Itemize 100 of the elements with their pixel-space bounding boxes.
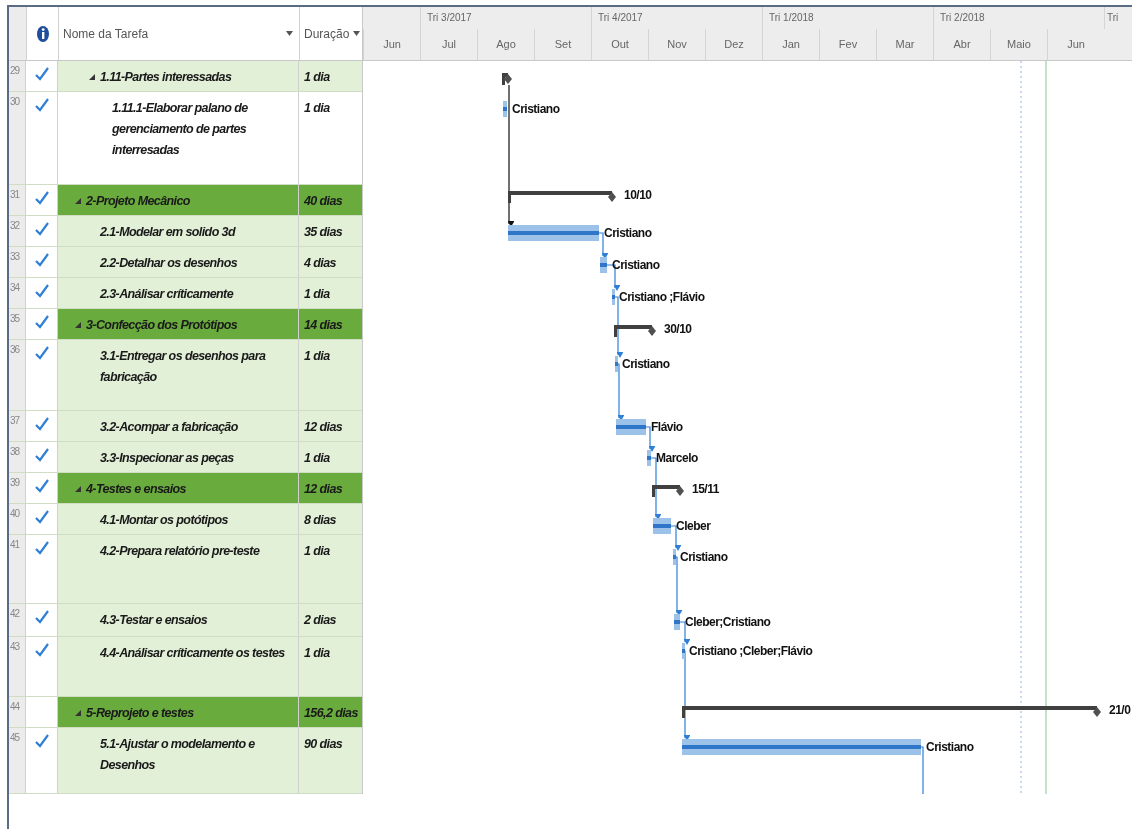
row-number: 41 (9, 535, 26, 603)
task-name: 2.2-Detalhar os desenhos (100, 255, 238, 272)
task-name: 1.11-Partes interessadas (100, 69, 232, 86)
checkmark-icon (34, 510, 49, 524)
duration-cell: 12 dias (299, 473, 362, 503)
checkmark-icon (34, 541, 49, 555)
bar-label: Cristiano (604, 226, 652, 240)
task-name: 4.1-Montar os potótipos (100, 512, 228, 529)
dependency-line (920, 746, 924, 794)
duration-cell: 1 dia (299, 278, 362, 308)
task-bar[interactable] (508, 225, 599, 241)
row-number: 43 (9, 637, 26, 696)
row-number: 38 (9, 442, 26, 472)
task-bar[interactable] (673, 549, 676, 565)
checkmark-icon (34, 253, 49, 267)
bar-label: Marcelo (656, 451, 698, 465)
column-header[interactable]: Duração (304, 26, 350, 41)
duration-cell: 35 dias (299, 216, 362, 246)
task-bar[interactable] (503, 101, 507, 117)
month-label: Jul (441, 38, 457, 50)
bar-label: Cristiano (680, 550, 728, 564)
checkmark-icon (34, 479, 49, 493)
checkmark-icon (34, 67, 49, 81)
month-label: Jun (1067, 38, 1085, 50)
collapse-icon[interactable] (89, 74, 95, 80)
month-label: Dez (724, 38, 744, 50)
summary-bar[interactable] (614, 325, 656, 337)
row-number: 39 (9, 473, 26, 503)
row-number: 35 (9, 309, 26, 339)
collapse-icon[interactable] (75, 486, 81, 492)
task-bar[interactable] (682, 643, 685, 659)
quarter-label: Tri 3/2017 (427, 12, 472, 23)
task-name: 5.1-Ajustar o modelamento e Desenhos (100, 736, 256, 774)
summary-bar[interactable] (508, 191, 616, 203)
row-number: 45 (9, 728, 26, 793)
task-bar[interactable] (653, 518, 671, 534)
bar-label: Flávio (651, 420, 683, 434)
bar-label: Cleber (676, 519, 711, 533)
task-name: 4.4-Análisar críticamente os testes (100, 645, 285, 662)
task-name: 2.1-Modelar em solido 3d (100, 224, 235, 241)
task-bar[interactable] (612, 289, 615, 305)
duration-cell: 40 dias (299, 185, 362, 215)
checkmark-icon (34, 643, 49, 657)
summary-bar[interactable] (502, 73, 512, 85)
task-bar[interactable] (682, 739, 921, 755)
duration-cell: 12 dias (299, 411, 362, 441)
duration-cell: 1 dia (299, 637, 362, 696)
row-number: 37 (9, 411, 26, 441)
task-name: 3.1-Entregar os desenhos para fabricação (100, 348, 267, 386)
task-name: 2.3-Análisar críticamente (100, 286, 233, 303)
dropdown-icon[interactable] (353, 31, 361, 36)
bar-label: Cristiano ;Cleber;Flávio (689, 644, 813, 658)
task-bar[interactable] (600, 257, 607, 273)
collapse-icon[interactable] (75, 710, 81, 716)
month-label: Jun (383, 38, 401, 50)
bar-label: 10/10 (624, 188, 652, 202)
checkmark-icon (34, 315, 49, 329)
duration-cell: 8 dias (299, 504, 362, 534)
row-number: 44 (9, 697, 26, 727)
quarter-label: Tri 4/2017 (598, 12, 643, 23)
collapse-icon[interactable] (75, 198, 81, 204)
task-name: 1.11.1-Elaborar palano de gerenciamento de partes interresadas (112, 100, 249, 159)
duration-cell: 1 dia (299, 340, 362, 410)
row-number: 34 (9, 278, 26, 308)
task-bar[interactable] (615, 356, 618, 372)
checkmark-icon (34, 98, 49, 112)
month-label: Set (554, 38, 572, 50)
task-bar[interactable] (616, 419, 646, 435)
dropdown-icon[interactable] (286, 31, 293, 36)
quarter-label: Tri 2/2018 (940, 12, 985, 23)
row-number: 30 (9, 92, 26, 184)
collapse-icon[interactable] (75, 322, 81, 328)
bar-label: Cleber;Cristiano (685, 615, 771, 629)
summary-bar[interactable] (652, 485, 684, 497)
task-name: 2-Projeto Mecânico (86, 193, 190, 210)
month-label: Out (611, 38, 629, 50)
duration-cell: 4 dias (299, 247, 362, 277)
checkmark-icon (34, 417, 49, 431)
month-label: Jan (782, 38, 800, 50)
bar-label: Cristiano (622, 357, 670, 371)
bar-label: Cristiano (926, 740, 974, 754)
month-label: Nov (667, 38, 687, 50)
task-name: 5-Reprojeto e testes (86, 705, 194, 722)
task-bar[interactable] (674, 614, 680, 630)
task-bar[interactable] (647, 450, 651, 466)
row-number: 36 (9, 340, 26, 410)
row-number: 42 (9, 604, 26, 636)
month-label: Mar (895, 38, 915, 50)
checkmark-icon (34, 222, 49, 236)
duration-cell: 1 dia (299, 442, 362, 472)
month-label: Maio (1007, 38, 1031, 50)
column-header[interactable]: Nome da Tarefa (63, 26, 149, 41)
row-number: 33 (9, 247, 26, 277)
duration-cell: 156,2 dias (299, 697, 362, 727)
bar-label: 30/10 (664, 322, 692, 336)
info-icon (36, 25, 49, 42)
month-label: Abr (953, 38, 971, 50)
summary-bar[interactable] (682, 706, 1101, 718)
checkmark-icon (34, 610, 49, 624)
task-name: 3-Confecção dos Protótipos (86, 317, 238, 334)
